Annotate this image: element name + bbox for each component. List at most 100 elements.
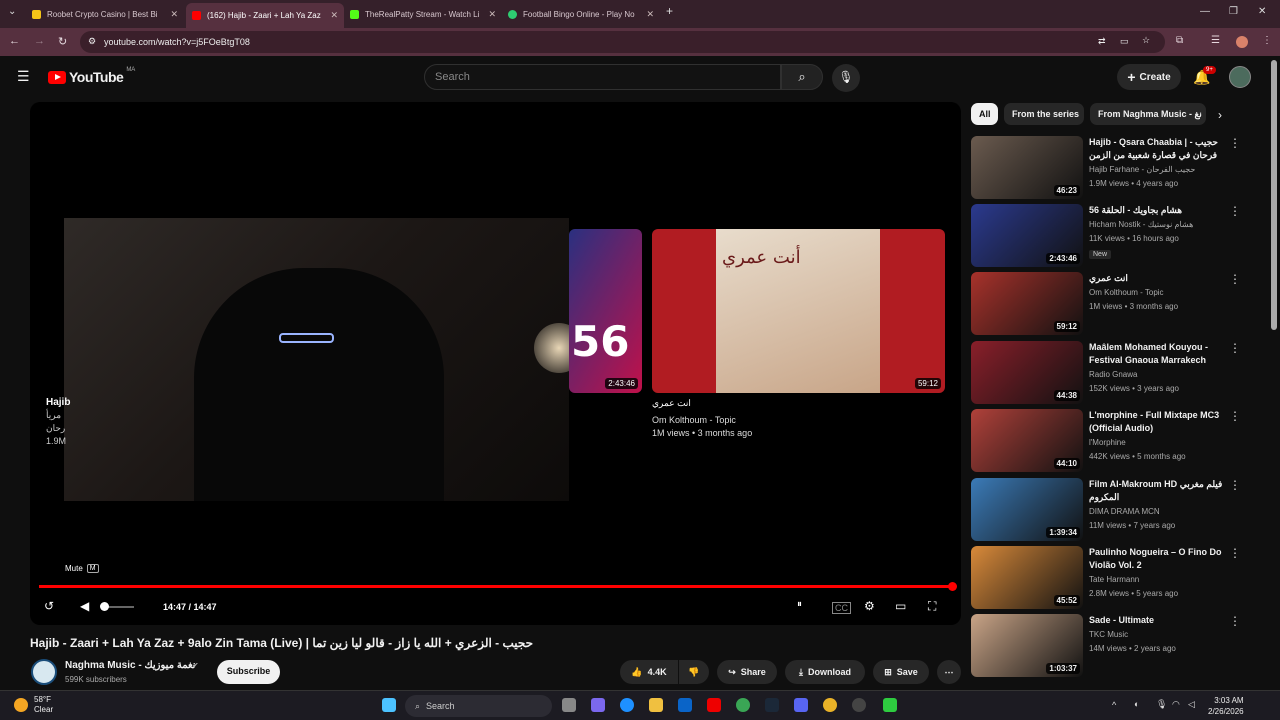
video-thumbnail[interactable]: 59:12: [971, 272, 1083, 335]
captions-icon[interactable]: CC: [832, 602, 851, 614]
channel-name[interactable]: TKC Music: [1089, 630, 1128, 639]
forward-icon[interactable]: →: [34, 35, 45, 47]
taskbar-search[interactable]: ⌕ Search: [405, 695, 552, 717]
video-player[interactable]: Hajib مريأ رحان 1.9M 56 2:43:46 أنت عمري…: [30, 102, 961, 625]
microphone-tray-icon[interactable]: 🎙: [1156, 699, 1167, 710]
video-title[interactable]: Paulinho Nogueira – O Fino Do Violão Vol…: [1089, 546, 1223, 572]
video-thumbnail[interactable]: 1:03:37: [971, 614, 1083, 677]
video-thumbnail[interactable]: 45:52: [971, 546, 1083, 609]
close-tab-icon[interactable]: ✕: [488, 9, 496, 20]
back-icon[interactable]: ←: [9, 35, 20, 47]
chevron-right-icon[interactable]: ›: [1218, 108, 1222, 122]
restore-icon[interactable]: ❐: [1229, 6, 1238, 17]
more-options-icon[interactable]: ⋮: [1229, 341, 1241, 355]
page-scrollbar[interactable]: [1271, 60, 1277, 330]
teams-icon[interactable]: [591, 698, 605, 712]
more-options-icon[interactable]: ⋮: [1229, 204, 1241, 218]
video-thumbnail[interactable]: 46:23: [971, 136, 1083, 199]
channel-name[interactable]: Radio Gnawa: [1089, 370, 1137, 379]
windows-start-icon[interactable]: [382, 698, 396, 712]
channel-avatar[interactable]: [31, 659, 57, 685]
progress-bar[interactable]: [39, 585, 953, 588]
search-button[interactable]: ⌕: [781, 64, 823, 90]
endscreen-card-om-kolthoum[interactable]: أنت عمري 59:12: [652, 229, 945, 393]
minimize-icon[interactable]: —: [1200, 6, 1210, 17]
theater-mode-icon[interactable]: ▭: [895, 599, 906, 613]
autoplay-toggle-icon[interactable]: ⏸: [797, 599, 802, 610]
channel-name[interactable]: Hicham Nostik - هشام نوستيك: [1089, 220, 1193, 229]
browser-tab-kick[interactable]: TheRealPatty Stream - Watch Li ✕: [344, 3, 502, 25]
settings-app-icon[interactable]: [852, 698, 866, 712]
more-options-icon[interactable]: ⋮: [1229, 409, 1241, 423]
progress-scrubber[interactable]: [948, 582, 957, 591]
voice-search-button[interactable]: 🎙: [832, 64, 860, 92]
browser-tab-football-bingo[interactable]: Football Bingo Online - Play No ✕: [502, 3, 660, 25]
download-button[interactable]: ⤓ Download: [785, 660, 865, 684]
browser-menu-icon[interactable]: ⋮: [1262, 35, 1272, 46]
bookmark-star-icon[interactable]: ☆: [1142, 35, 1150, 46]
tray-app-icon[interactable]: ◐: [1134, 699, 1139, 709]
close-tab-icon[interactable]: ✕: [646, 9, 654, 20]
translate-icon[interactable]: ⇄: [1098, 36, 1106, 47]
channel-name[interactable]: DIMA DRAMA MCN: [1089, 507, 1160, 516]
recommended-video[interactable]: 46:23 Hajib - Qsara Chaabia | حجيب - فرحا…: [971, 136, 1251, 200]
video-title[interactable]: 56 هشام بجاويك - الحلقة: [1089, 204, 1223, 217]
video-title[interactable]: L'morphine - Full Mixtape MC3 (Official …: [1089, 409, 1223, 435]
like-button[interactable]: 👍 4.4K: [620, 660, 678, 684]
recommended-video[interactable]: 1:03:37 Sade - Ultimate TKC Music 14M views…: [971, 614, 1251, 678]
profile-avatar-icon[interactable]: [1236, 36, 1248, 48]
save-button[interactable]: ⊞ Save: [873, 660, 929, 684]
channel-name[interactable]: Hajib Farhane - حجيب الفرحان: [1089, 165, 1195, 174]
recommended-video[interactable]: 44:38 Maâlem Mohamed Kouyou - Festival Gn…: [971, 341, 1251, 405]
channel-name[interactable]: Om Kolthoum - Topic: [1089, 288, 1164, 297]
close-tab-icon[interactable]: ✕: [170, 9, 178, 20]
video-thumbnail[interactable]: 1:39:34: [971, 478, 1083, 541]
video-title[interactable]: انت عمري: [1089, 272, 1223, 285]
more-actions-button[interactable]: ⋯: [937, 660, 961, 684]
endscreen-card-hicham[interactable]: 56 2:43:46: [569, 229, 642, 393]
settings-gear-icon[interactable]: ⚙: [864, 599, 875, 613]
address-bar[interactable]: ⚙ youtube.com/watch?v=j5FOeBtgT08 ⇄ ▭ ☆: [80, 31, 1165, 53]
youtube-app-icon[interactable]: [707, 698, 721, 712]
media-app-icon[interactable]: [883, 698, 897, 712]
reading-list-icon[interactable]: ☰: [1211, 35, 1220, 46]
xbox-icon[interactable]: [736, 698, 750, 712]
tab-search-icon[interactable]: ⌄: [8, 6, 16, 17]
endcard-title[interactable]: انت عمري: [652, 398, 691, 409]
browser-tab-roobet[interactable]: Roobet Crypto Casino | Best Bi ✕: [26, 3, 184, 25]
recommended-video[interactable]: 45:52 Paulinho Nogueira – O Fino Do Violã…: [971, 546, 1251, 610]
chip-from-channel[interactable]: From Naghma Music - نغ: [1090, 103, 1206, 125]
video-title[interactable]: Sade - Ultimate: [1089, 614, 1223, 627]
share-button[interactable]: ↪ Share: [717, 660, 777, 684]
recommended-video[interactable]: 59:12 انت عمري Om Kolthoum - Topic 1M views…: [971, 272, 1251, 336]
system-clock[interactable]: 3:03 AM 2/26/2026: [1208, 695, 1244, 717]
close-tab-icon[interactable]: ✕: [330, 10, 338, 21]
more-options-icon[interactable]: ⋮: [1229, 478, 1241, 492]
edge-icon[interactable]: [620, 698, 634, 712]
browser-tab-youtube[interactable]: (162) Hajib - Zaari + Lah Ya Zaz ✕: [186, 3, 344, 28]
video-title[interactable]: Hajib - Qsara Chaabia | حجيب - فرحان في …: [1089, 136, 1223, 162]
replay-icon[interactable]: ↺: [44, 599, 54, 613]
reload-icon[interactable]: ↻: [58, 35, 67, 48]
channel-name[interactable]: l'Morphine: [1089, 438, 1126, 447]
chip-all[interactable]: All: [971, 103, 998, 125]
create-button[interactable]: + Create: [1117, 64, 1181, 90]
volume-knob[interactable]: [100, 602, 109, 611]
channel-name[interactable]: Naghma Music - نغمة ميوزيك: [65, 660, 196, 671]
recommended-video[interactable]: 2:43:46 56 هشام بجاويك - الحلقة Hicham Nos…: [971, 204, 1251, 268]
video-title[interactable]: Film Al-Makroum HD فيلم مغربي المكروم: [1089, 478, 1223, 504]
weather-widget[interactable]: 58°F Clear: [14, 695, 53, 715]
youtube-logo[interactable]: YouTube MA: [48, 67, 135, 85]
chrome-icon[interactable]: [823, 698, 837, 712]
task-view-icon[interactable]: [562, 698, 576, 712]
site-info-icon[interactable]: ⚙: [88, 36, 96, 47]
video-thumbnail[interactable]: 44:38: [971, 341, 1083, 404]
video-thumbnail[interactable]: 44:10: [971, 409, 1083, 472]
new-tab-button[interactable]: +: [666, 4, 673, 18]
steam-icon[interactable]: [765, 698, 779, 712]
wifi-icon[interactable]: ◠: [1172, 699, 1180, 710]
chip-from-series[interactable]: From the series: [1004, 103, 1084, 125]
more-options-icon[interactable]: ⋮: [1229, 136, 1241, 150]
video-thumbnail[interactable]: 2:43:46: [971, 204, 1083, 267]
dislike-button[interactable]: 👎: [679, 660, 709, 684]
